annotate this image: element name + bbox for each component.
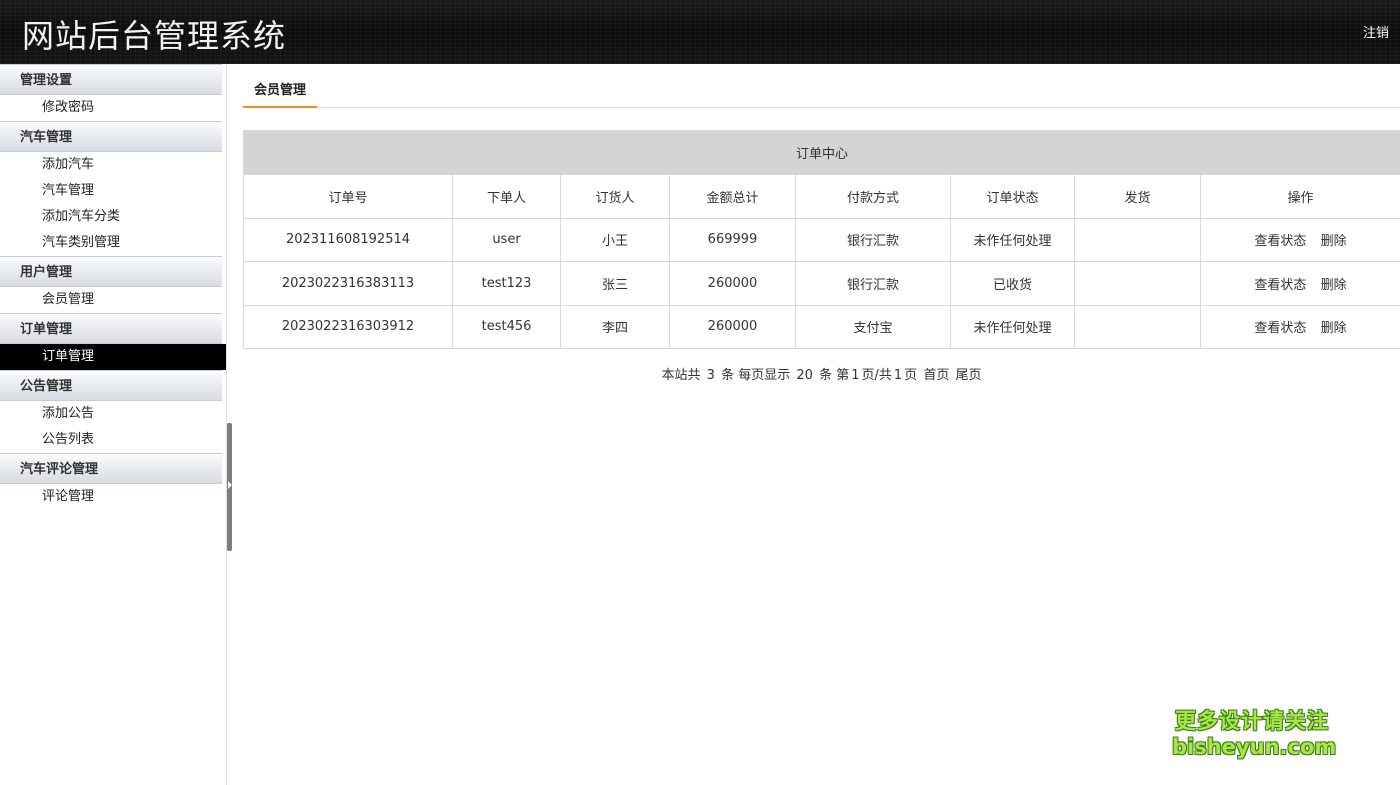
total-cell: 260000 bbox=[669, 261, 796, 306]
tab-bar: 会员管理 bbox=[243, 77, 1400, 108]
main-content: 会员管理 订单中心 订单号 下单人 订货人 金额总计 付款方式 订单状态 发货 … bbox=[232, 64, 1400, 785]
pagination: 本站共 3 条 每页显示 20 条 第 1 页/共 1 页 首页 尾页 bbox=[243, 364, 1400, 383]
column-header: 订货人 bbox=[560, 174, 670, 219]
buyer-cell: test123 bbox=[452, 261, 561, 306]
status-cell: 未作任何处理 bbox=[950, 217, 1075, 262]
column-header: 付款方式 bbox=[795, 174, 951, 219]
table-row: 2023022316303912 test456 李四 260000 支付宝 未… bbox=[243, 304, 1400, 349]
status-cell: 未作任何处理 bbox=[950, 304, 1075, 349]
sidebar: 管理设置 修改密码 汽车管理 添加汽车 汽车管理 添加汽车分类 汽车类别管理 用… bbox=[0, 64, 227, 785]
receiver-cell: 张三 bbox=[560, 261, 670, 306]
actions-cell: 查看状态 删除 bbox=[1199, 304, 1400, 349]
actions-cell: 查看状态 删除 bbox=[1199, 217, 1400, 262]
tab-member-manage[interactable]: 会员管理 bbox=[243, 77, 317, 108]
total-cell: 669999 bbox=[669, 217, 796, 262]
sidebar-group-notices[interactable]: 公告管理 bbox=[0, 370, 222, 401]
order-number-cell: 202311608192514 bbox=[243, 217, 453, 262]
table-row: 2023022316383113 test123 张三 260000 银行汇款 … bbox=[243, 261, 1400, 306]
buyer-cell: test456 bbox=[452, 304, 561, 349]
delete-link[interactable]: 删除 bbox=[1321, 321, 1347, 336]
ship-cell bbox=[1074, 304, 1201, 349]
watermark-line-1: 更多设计请关注 bbox=[1175, 709, 1329, 733]
sidebar-item-car-category-manage[interactable]: 汽车类别管理 bbox=[0, 230, 226, 256]
orders-table: 订单中心 订单号 下单人 订货人 金额总计 付款方式 订单状态 发货 操作 20… bbox=[242, 130, 1400, 349]
logout-link[interactable]: 注销 bbox=[1363, 22, 1389, 41]
receiver-cell: 小王 bbox=[560, 217, 670, 262]
sidebar-item-add-notice[interactable]: 添加公告 bbox=[0, 401, 226, 427]
pager-last-link[interactable]: 尾页 bbox=[955, 368, 981, 383]
receiver-cell: 李四 bbox=[560, 304, 670, 349]
pager-prefix: 本站共 bbox=[661, 368, 701, 383]
column-header: 订单状态 bbox=[950, 174, 1075, 219]
table-caption: 订单中心 bbox=[242, 130, 1400, 175]
pager-page-suffix: 页 bbox=[904, 368, 918, 383]
pager-current: 1 bbox=[851, 368, 860, 383]
pager-total: 3 bbox=[706, 368, 715, 383]
column-header: 订单号 bbox=[243, 174, 453, 219]
sidebar-group-settings[interactable]: 管理设置 bbox=[0, 64, 222, 95]
pager-pages: 1 bbox=[893, 368, 903, 383]
payment-cell: 银行汇款 bbox=[795, 217, 951, 262]
sidebar-item-add-car-category[interactable]: 添加汽车分类 bbox=[0, 204, 226, 230]
total-cell: 260000 bbox=[669, 304, 796, 349]
pager-page-label: 条 第 bbox=[819, 368, 850, 383]
sidebar-group-orders[interactable]: 订单管理 bbox=[0, 313, 222, 344]
order-number-cell: 2023022316303912 bbox=[243, 304, 453, 349]
column-header: 操作 bbox=[1199, 174, 1400, 219]
ship-cell bbox=[1074, 217, 1201, 262]
sidebar-group-comments[interactable]: 汽车评论管理 bbox=[0, 453, 222, 484]
sidebar-item-comment-manage[interactable]: 评论管理 bbox=[0, 484, 226, 510]
delete-link[interactable]: 删除 bbox=[1321, 278, 1347, 293]
sidebar-item-notice-list[interactable]: 公告列表 bbox=[0, 427, 226, 453]
table-caption-row: 订单中心 bbox=[242, 130, 1400, 175]
app-title: 网站后台管理系统 bbox=[22, 17, 287, 55]
ship-cell bbox=[1074, 261, 1201, 306]
watermark: 更多设计请关注 bisheyun.com bbox=[1172, 708, 1337, 760]
view-status-link[interactable]: 查看状态 bbox=[1254, 278, 1306, 293]
top-header: 网站后台管理系统 注销 bbox=[0, 0, 1400, 64]
payment-cell: 银行汇款 bbox=[795, 261, 951, 306]
watermark-line-2: bisheyun.com bbox=[1172, 735, 1337, 759]
column-header: 下单人 bbox=[452, 174, 561, 219]
actions-cell: 查看状态 删除 bbox=[1199, 261, 1400, 306]
pager-per-page-label: 条 每页显示 bbox=[721, 368, 791, 383]
pager-of-label: 页/共 bbox=[861, 368, 892, 383]
column-header: 发货 bbox=[1074, 174, 1201, 219]
delete-link[interactable]: 删除 bbox=[1321, 234, 1347, 249]
sidebar-item-change-password[interactable]: 修改密码 bbox=[0, 95, 226, 121]
sidebar-group-cars[interactable]: 汽车管理 bbox=[0, 121, 222, 152]
buyer-cell: user bbox=[452, 217, 561, 262]
pager-per-page: 20 bbox=[796, 368, 813, 383]
sidebar-item-add-car[interactable]: 添加汽车 bbox=[0, 152, 226, 178]
table-row: 202311608192514 user 小王 669999 银行汇款 未作任何… bbox=[243, 217, 1400, 262]
sidebar-group-users[interactable]: 用户管理 bbox=[0, 256, 222, 287]
view-status-link[interactable]: 查看状态 bbox=[1254, 321, 1306, 336]
status-cell: 已收货 bbox=[950, 261, 1075, 306]
table-header-row: 订单号 下单人 订货人 金额总计 付款方式 订单状态 发货 操作 bbox=[243, 174, 1400, 219]
pager-first-link[interactable]: 首页 bbox=[923, 368, 949, 383]
view-status-link[interactable]: 查看状态 bbox=[1254, 234, 1306, 249]
sidebar-item-member-manage[interactable]: 会员管理 bbox=[0, 287, 226, 313]
sidebar-item-car-manage[interactable]: 汽车管理 bbox=[0, 178, 226, 204]
sidebar-item-order-manage[interactable]: 订单管理 bbox=[0, 344, 226, 370]
payment-cell: 支付宝 bbox=[795, 304, 951, 349]
column-header: 金额总计 bbox=[669, 174, 796, 219]
order-number-cell: 2023022316383113 bbox=[243, 261, 453, 306]
